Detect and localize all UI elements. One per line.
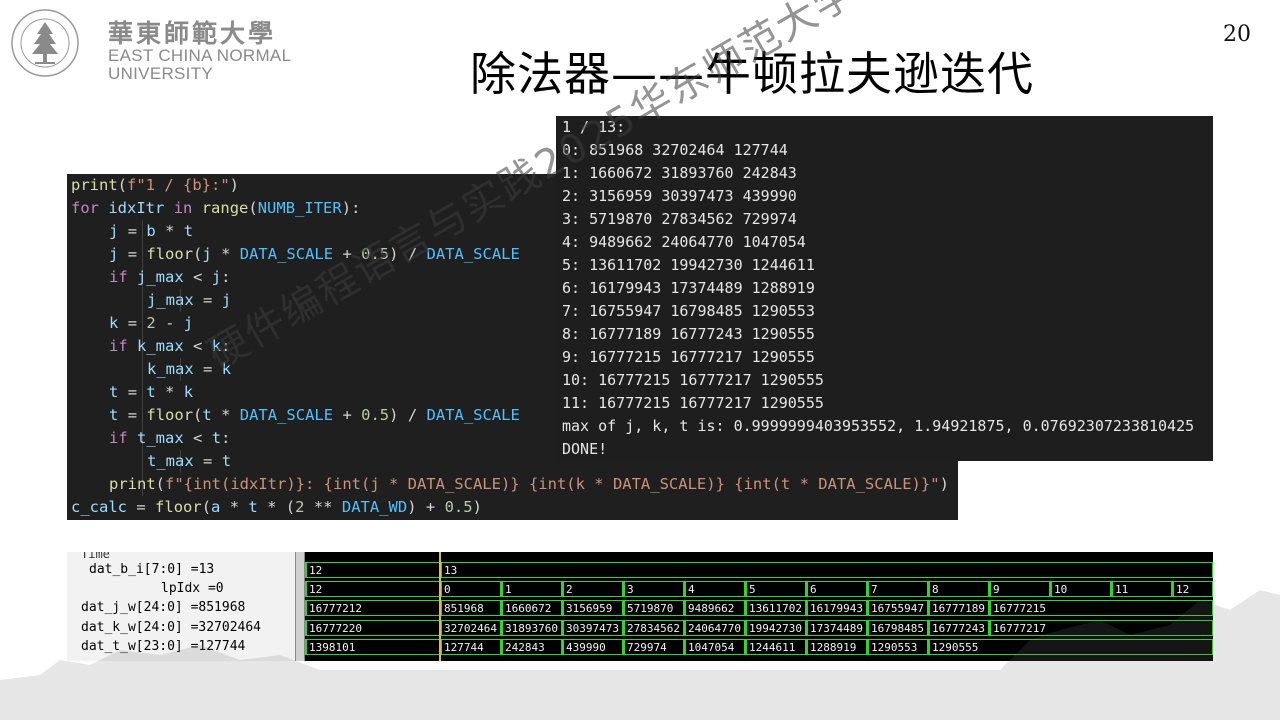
console-line: 10: 16777215 16777217 1290555 <box>562 371 824 389</box>
university-emblem-icon <box>11 9 79 77</box>
console-line: 1 / 13: <box>562 118 626 136</box>
university-logo: 華東師範大學 EAST CHINA NORMAL UNIVERSITY <box>10 8 300 83</box>
code-line: t = t * k <box>109 383 194 401</box>
code-line: if j_max < j: <box>109 268 231 286</box>
code-line: j = b * t <box>109 222 194 240</box>
page-number: 20 <box>1223 22 1251 47</box>
console-output-panel: 1 / 13: 0: 851968 32702464 127744 1: 16606… <box>556 116 1213 461</box>
console-line: 3: 5719870 27834562 729974 <box>562 210 797 228</box>
code-line: print(f"{int(idxItr)}: {int(j * DATA_SCA… <box>109 475 949 493</box>
code-line: j = floor(j * DATA_SCALE + 0.5) / DATA_S… <box>109 245 520 263</box>
code-line: c_calc = floor(a * t * (2 ** DATA_WD) + … <box>71 498 482 516</box>
logo-english-name-line1: EAST CHINA NORMAL <box>108 46 292 65</box>
code-line: k_max = k <box>147 360 232 378</box>
logo-english-name-line2: UNIVERSITY <box>108 64 214 83</box>
campus-skyline-background <box>0 590 1280 720</box>
code-line: j_max = j <box>147 291 232 309</box>
console-line: 2: 3156959 30397473 439990 <box>562 187 797 205</box>
console-line: 4: 9489662 24064770 1047054 <box>562 233 806 251</box>
code-line: print(f"1 / {b}:") <box>71 176 240 194</box>
console-line: DONE! <box>562 440 608 458</box>
console-line: max of j, k, t is: 0.9999999403953552, 1… <box>562 417 1195 435</box>
code-line: t_max = t <box>147 452 232 470</box>
code-line: if t_max < t: <box>109 429 231 447</box>
console-line: 8: 16777189 16777243 1290555 <box>562 325 815 343</box>
slide-title: 除法器——牛顿拉夫逊迭代 <box>470 47 1034 101</box>
console-line: 5: 13611702 19942730 1244611 <box>562 256 815 274</box>
code-line: for idxItr in range(NUMB_ITER): <box>71 199 361 217</box>
code-line: k = 2 - j <box>109 314 194 332</box>
console-line: 9: 16777215 16777217 1290555 <box>562 348 815 366</box>
console-line: 6: 16179943 17374489 1288919 <box>562 279 815 297</box>
console-line: 0: 851968 32702464 127744 <box>562 141 788 159</box>
code-line: if k_max < k: <box>109 337 231 355</box>
console-line: 7: 16755947 16798485 1290553 <box>562 302 815 320</box>
console-line: 11: 16777215 16777217 1290555 <box>562 394 824 412</box>
logo-chinese-name: 華東師範大學 <box>108 19 277 48</box>
code-line: t = floor(t * DATA_SCALE + 0.5) / DATA_S… <box>109 406 520 424</box>
console-line: 1: 1660672 31893760 242843 <box>562 164 797 182</box>
